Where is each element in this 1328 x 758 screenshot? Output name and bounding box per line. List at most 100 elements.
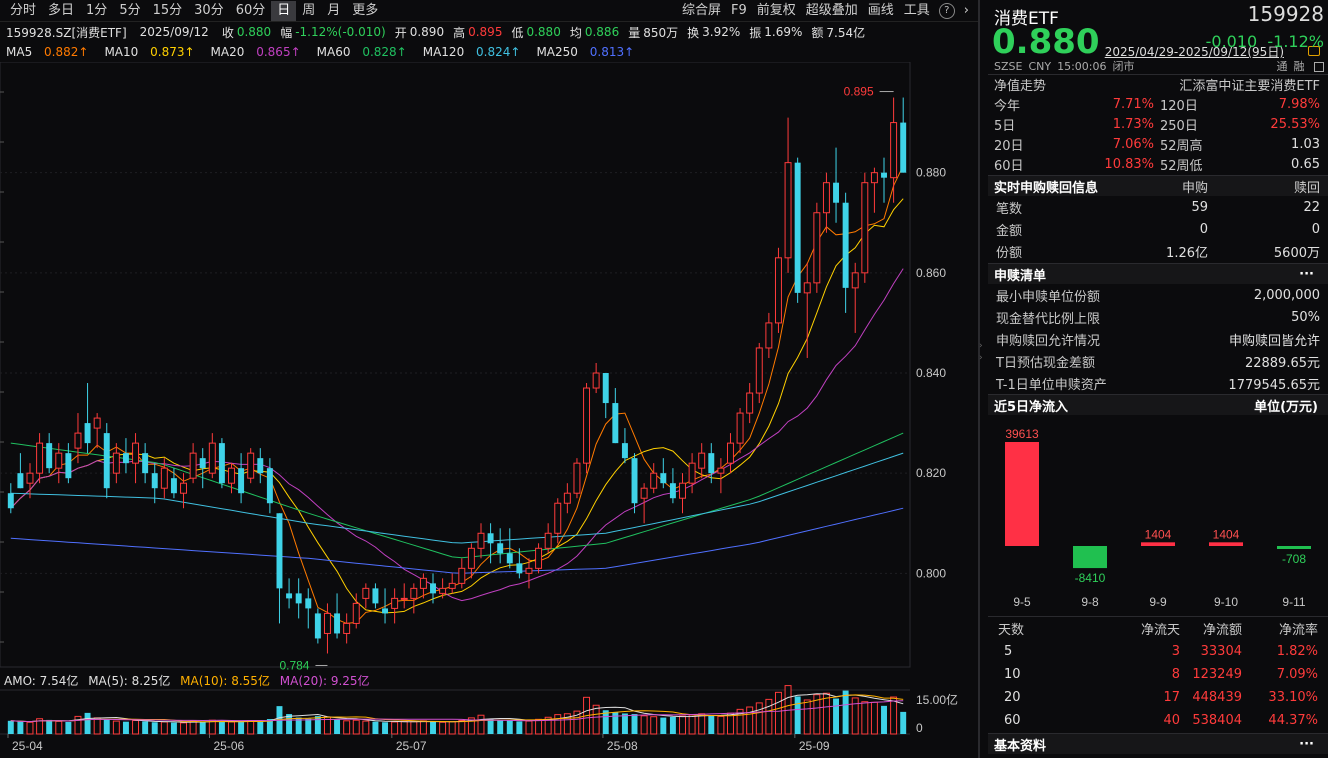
volume-axis-max: 15.00亿 <box>916 692 958 707</box>
tag-rong: 融 <box>1294 60 1305 73</box>
amount-bar <box>843 691 849 734</box>
avg-label: 均 <box>570 24 582 41</box>
amount-bar <box>440 722 446 734</box>
amount-bar <box>632 714 638 734</box>
close-label: 收 <box>222 24 234 41</box>
amount-bar <box>94 718 100 734</box>
candle-body <box>200 458 206 468</box>
candle-body <box>411 588 417 598</box>
candle-body <box>430 583 436 593</box>
amount-bar <box>123 722 129 734</box>
tools-button[interactable]: 工具 <box>899 1 935 21</box>
amount-bar <box>449 722 455 734</box>
composite-screen-button[interactable]: 综合屏 <box>677 1 726 21</box>
ma20-legend: MA20 0.865↑ <box>211 45 309 59</box>
turnover-value: 3.92% <box>702 25 740 39</box>
period-tab-5min[interactable]: 5分 <box>113 1 146 21</box>
candle-body <box>747 393 753 413</box>
period-tab-month[interactable]: 月 <box>321 1 346 21</box>
amount-bar <box>699 714 705 734</box>
help-icon[interactable]: ? <box>939 3 955 19</box>
kline-chart[interactable]: 0.8000.8200.8400.8600.8800.8950.78415.00… <box>0 62 978 758</box>
amount-bar <box>497 720 503 734</box>
y-tick-label: 0.820 <box>916 466 946 480</box>
vol-value: 850万 <box>643 24 678 41</box>
amount-bar <box>56 721 62 734</box>
candle-body <box>56 453 62 468</box>
candle-body <box>392 598 398 608</box>
amount-bar <box>833 699 839 734</box>
period-tab-15min[interactable]: 15分 <box>147 1 189 21</box>
candle-body <box>871 173 877 183</box>
open-value: 0.890 <box>410 25 444 39</box>
candle-body <box>814 213 820 283</box>
more-icon[interactable]: ··· <box>1299 267 1314 282</box>
period-tab-multiday[interactable]: 多日 <box>42 1 80 21</box>
x-tick-label: 25-04 <box>12 739 43 753</box>
period-tab-fenshi[interactable]: 分时 <box>4 1 42 21</box>
nav-row[interactable]: 净值走势 汇添富中证主要消费ETF <box>988 74 1328 94</box>
basic-info-header[interactable]: 基本资料 ··· <box>988 734 1328 754</box>
candle-body <box>660 473 666 483</box>
amount-bar <box>209 720 215 734</box>
turnover-label: 换 <box>687 24 699 41</box>
inflow-bar <box>1005 442 1039 546</box>
f9-button[interactable]: F9 <box>726 1 752 21</box>
super-overlay-button[interactable]: 超级叠加 <box>801 1 863 21</box>
period-tab-more[interactable]: 更多 <box>346 1 384 21</box>
amount-bar <box>152 722 158 734</box>
nav-label: 净值走势 <box>994 75 1046 94</box>
candle-body <box>440 588 446 593</box>
candle-body <box>37 443 43 473</box>
draw-line-button[interactable]: 画线 <box>863 1 899 21</box>
amount-bar <box>363 721 369 734</box>
candle-body <box>900 123 906 173</box>
candle-body <box>804 283 810 293</box>
candle-body <box>555 503 561 533</box>
sidebar-toggle-icon[interactable] <box>1314 62 1324 72</box>
inflow-date-label: 9-11 <box>1282 595 1305 609</box>
x-tick-label: 25-08 <box>607 739 638 753</box>
forward-adjust-button[interactable]: 前复权 <box>752 1 801 21</box>
amount-bar <box>478 715 484 734</box>
candle-body <box>171 478 177 493</box>
amount-bar <box>344 721 350 734</box>
period-tab-30min[interactable]: 30分 <box>188 1 230 21</box>
candle-body <box>699 453 705 468</box>
stats-row: 5 3 33304 1.82% <box>988 641 1328 661</box>
candle-body <box>728 443 734 463</box>
amount-bar <box>881 706 887 734</box>
amount-bar <box>113 721 119 734</box>
candle-body <box>516 563 522 573</box>
close-value: 0.880 <box>237 25 271 39</box>
period-tab-day[interactable]: 日 <box>271 1 296 21</box>
chevron-right-icon[interactable]: › <box>959 1 974 21</box>
amount-bar <box>871 702 877 734</box>
period-tab-week[interactable]: 周 <box>296 1 321 21</box>
amount-bar <box>747 707 753 734</box>
candle-body <box>775 258 781 323</box>
period-tab-60min[interactable]: 60分 <box>230 1 272 21</box>
x-tick-label: 25-09 <box>799 739 830 753</box>
inflow-bar <box>1073 546 1107 568</box>
candle-body <box>113 453 119 473</box>
amount-bar <box>680 716 686 734</box>
amo-legend: AMO: 7.54亿 MA(5): 8.25亿 MA(10): 8.55亿 MA… <box>4 672 376 689</box>
candle-body <box>468 548 474 568</box>
inflow-date-label: 9-10 <box>1214 595 1238 609</box>
amount-bar <box>516 721 522 734</box>
candle-body <box>708 453 714 473</box>
period-tab-1min[interactable]: 1分 <box>80 1 113 21</box>
trade-tags: 通融 <box>1271 58 1325 74</box>
list-row: 申购赎回允许情况 申购赎回皆允许 <box>988 329 1328 349</box>
candle-body <box>718 468 724 473</box>
amount-bar <box>804 700 810 734</box>
symbol-label: 159928.SZ[消费ETF] <box>6 24 127 41</box>
candle-body <box>852 273 858 288</box>
collapse-handle[interactable]: ›› <box>979 340 987 390</box>
vol-label: 量 <box>628 24 640 41</box>
candle-body <box>632 458 638 503</box>
currency: CNY <box>1028 60 1051 73</box>
high-value: 0.895 <box>468 25 502 39</box>
price-change: -0.010 -1.12% <box>1206 32 1324 51</box>
